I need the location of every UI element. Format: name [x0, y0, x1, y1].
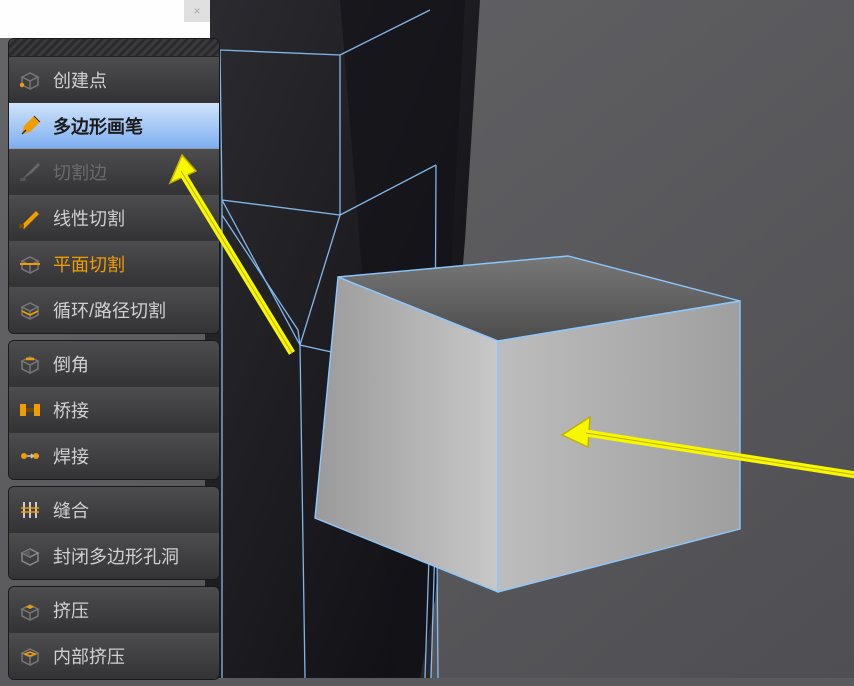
plane-cut-icon — [17, 251, 43, 277]
close-button[interactable]: × — [184, 0, 210, 22]
bevel-label: 倒角 — [53, 351, 89, 377]
extrude-icon — [17, 597, 43, 623]
bridge-tool[interactable]: 桥接 — [9, 387, 219, 433]
bridge-label: 桥接 — [53, 397, 89, 423]
bevel-tool[interactable]: 倒角 — [9, 341, 219, 387]
plane-cut-tool[interactable]: 平面切割 — [9, 241, 219, 287]
pen-icon — [17, 113, 43, 139]
tool-group-handle[interactable] — [9, 39, 219, 57]
cube-object — [315, 256, 740, 592]
loop-path-cut-tool[interactable]: 循环/路径切割 — [9, 287, 219, 333]
cut-edge-tool[interactable]: 切割边 — [9, 149, 219, 195]
tool-group-4: 挤压 内部挤压 — [8, 586, 220, 680]
stitch-tool[interactable]: 缝合 — [9, 487, 219, 533]
create-point-tool[interactable]: 创建点 — [9, 57, 219, 103]
poly-pen-label: 多边形画笔 — [53, 113, 143, 139]
cube-point-icon — [17, 67, 43, 93]
poly-pen-tool[interactable]: 多边形画笔 — [9, 103, 219, 149]
line-cut-label: 线性切割 — [53, 205, 125, 231]
extrude-label: 挤压 — [53, 597, 89, 623]
inner-extrude-tool[interactable]: 内部挤压 — [9, 633, 219, 679]
loop-path-cut-label: 循环/路径切割 — [53, 297, 166, 323]
line-cut-tool[interactable]: 线性切割 — [9, 195, 219, 241]
weld-label: 焊接 — [53, 443, 89, 469]
close-icon: × — [193, 4, 200, 18]
close-hole-icon — [17, 543, 43, 569]
plane-cut-label: 平面切割 — [53, 251, 125, 277]
inner-extrude-icon — [17, 643, 43, 669]
tool-group-3: 缝合 封闭多边形孔洞 — [8, 486, 220, 580]
extrude-tool[interactable]: 挤压 — [9, 587, 219, 633]
bridge-icon — [17, 397, 43, 423]
loop-cut-icon — [17, 297, 43, 323]
weld-icon — [17, 443, 43, 469]
panel-header: × — [0, 0, 210, 38]
create-point-label: 创建点 — [53, 67, 107, 93]
knife-icon — [17, 159, 43, 185]
tool-group-1: 创建点 多边形画笔 切割边 线性切割 平面切割 — [8, 38, 220, 334]
tool-group-2: 倒角 桥接 焊接 — [8, 340, 220, 480]
inner-extrude-label: 内部挤压 — [53, 643, 125, 669]
close-hole-label: 封闭多边形孔洞 — [53, 543, 179, 569]
stitch-icon — [17, 497, 43, 523]
bevel-icon — [17, 351, 43, 377]
close-poly-hole-tool[interactable]: 封闭多边形孔洞 — [9, 533, 219, 579]
cut-edge-label: 切割边 — [53, 159, 107, 185]
weld-tool[interactable]: 焊接 — [9, 433, 219, 479]
modeling-toolbar: 创建点 多边形画笔 切割边 线性切割 平面切割 — [8, 38, 220, 686]
line-knife-icon — [17, 205, 43, 231]
stitch-label: 缝合 — [53, 497, 89, 523]
